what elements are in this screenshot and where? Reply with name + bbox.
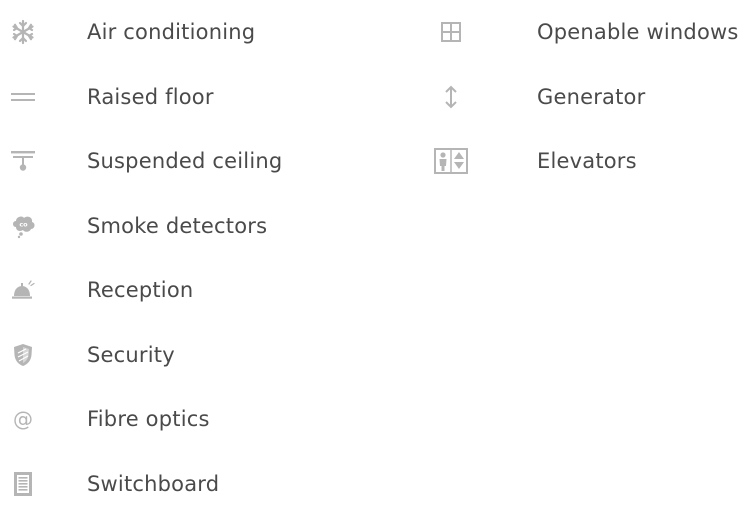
amenity-label: Reception xyxy=(87,278,193,302)
amenity-openable-windows: Openable windows xyxy=(420,0,747,65)
amenity-smoke-detectors: co Smoke detectors xyxy=(0,194,420,259)
svg-text:co: co xyxy=(19,220,28,228)
amenities-right-column: Openable windows Generator Elevators xyxy=(420,0,747,194)
amenity-label: Suspended ceiling xyxy=(87,149,282,173)
amenity-label: Openable windows xyxy=(537,20,739,44)
amenity-generator: Generator xyxy=(420,65,747,130)
amenities-left-column: Air conditioning Raised floor Suspended … xyxy=(0,0,420,516)
amenity-label: Security xyxy=(87,343,175,367)
reception-bell-icon xyxy=(10,277,36,303)
amenity-reception: Reception xyxy=(0,258,420,323)
up-down-arrow-icon xyxy=(438,84,464,110)
amenity-raised-floor: Raised floor xyxy=(0,65,420,130)
snowflake-icon xyxy=(10,19,36,45)
amenity-elevators: Elevators xyxy=(420,129,747,194)
elevator-icon xyxy=(434,148,468,174)
amenity-security: Security xyxy=(0,323,420,388)
shield-icon xyxy=(10,342,36,368)
amenity-label: Fibre optics xyxy=(87,407,210,431)
amenity-label: Raised floor xyxy=(87,85,214,109)
amenity-switchboard: Switchboard xyxy=(0,452,420,516)
at-sign-icon: @ xyxy=(10,406,36,432)
amenity-air-conditioning: Air conditioning xyxy=(0,0,420,65)
amenity-label: Generator xyxy=(537,85,645,109)
amenity-label: Switchboard xyxy=(87,472,219,496)
svg-text:@: @ xyxy=(13,407,33,431)
raised-floor-icon xyxy=(10,84,36,110)
amenity-label: Air conditioning xyxy=(87,20,255,44)
amenity-label: Smoke detectors xyxy=(87,214,267,238)
suspended-ceiling-icon xyxy=(10,148,36,174)
amenity-label: Elevators xyxy=(537,149,637,173)
amenity-fibre-optics: @ Fibre optics xyxy=(0,387,420,452)
switchboard-icon xyxy=(10,471,36,497)
window-icon xyxy=(438,19,464,45)
amenity-suspended-ceiling: Suspended ceiling xyxy=(0,129,420,194)
smoke-detector-icon: co xyxy=(10,213,36,239)
